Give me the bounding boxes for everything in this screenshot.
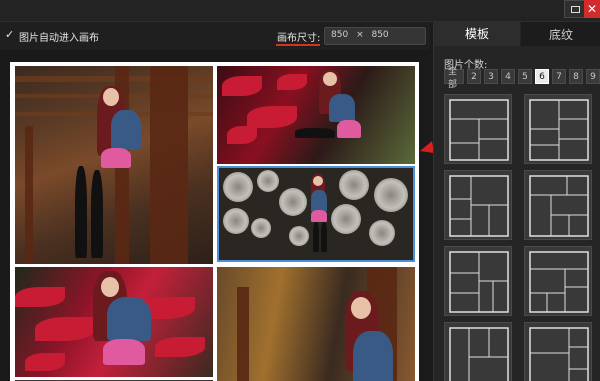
count-option-all[interactable]: 全部 [444, 67, 464, 90]
auto-fit-label[interactable]: 图片自动进入画布 [19, 29, 99, 44]
image-count-filter: 全部 2 3 4 5 6 7 8 9 [444, 67, 600, 90]
template-layout-4-diagram [529, 175, 589, 237]
count-option-9[interactable]: 9 [586, 69, 600, 84]
count-option-7[interactable]: 7 [552, 69, 566, 84]
collage-photo-2[interactable] [217, 66, 415, 164]
template-layout-4[interactable] [524, 170, 592, 240]
canvas-size-underline [276, 44, 320, 46]
collage-photo-1[interactable] [15, 66, 213, 264]
template-layout-2[interactable] [524, 94, 592, 164]
count-option-6[interactable]: 6 [535, 69, 549, 84]
template-layout-5-diagram [449, 251, 509, 313]
tab-backgrounds[interactable]: 底纹 [521, 22, 600, 46]
title-bar: ✕ [0, 0, 600, 22]
template-layout-2-diagram [529, 99, 589, 161]
count-option-4[interactable]: 4 [501, 69, 515, 84]
count-option-5[interactable]: 5 [518, 69, 532, 84]
canvas-width-value[interactable]: 850 [331, 30, 348, 40]
close-icon: ✕ [586, 2, 598, 16]
maximize-icon [570, 5, 580, 13]
template-layout-7[interactable] [444, 322, 512, 381]
template-layout-5[interactable] [444, 246, 512, 316]
template-layout-6[interactable] [524, 246, 592, 316]
template-layout-1[interactable] [444, 94, 512, 164]
auto-fit-checkbox[interactable]: ✓ [5, 29, 16, 40]
close-button[interactable]: ✕ [584, 0, 600, 18]
canvas-size-input[interactable]: 850 × 850 [324, 27, 426, 45]
template-grid [444, 94, 594, 381]
template-panel: 模板 底纹 图片个数: 全部 2 3 4 5 6 7 8 9 [433, 22, 600, 381]
template-layout-3[interactable] [444, 170, 512, 240]
canvas-height-value[interactable]: 850 [371, 30, 388, 40]
template-layout-6-diagram [529, 251, 589, 313]
collage-photo-5[interactable] [217, 267, 415, 381]
canvas-area [0, 50, 430, 381]
count-option-2[interactable]: 2 [467, 69, 481, 84]
collage-photo-3[interactable] [217, 166, 415, 262]
collage-photo-4[interactable] [15, 267, 213, 377]
tab-templates[interactable]: 模板 [434, 22, 520, 46]
count-option-3[interactable]: 3 [484, 69, 498, 84]
canvas-toolbar: ✓ 图片自动进入画布 画布尺寸: 850 × 850 [0, 22, 430, 50]
template-layout-8[interactable] [524, 322, 592, 381]
template-layout-8-diagram [529, 327, 589, 381]
panel-tabs: 模板 底纹 [434, 22, 600, 46]
collage-canvas [10, 62, 419, 381]
template-layout-3-diagram [449, 175, 509, 237]
maximize-button[interactable] [564, 0, 586, 18]
count-option-8[interactable]: 8 [569, 69, 583, 84]
canvas-size-label: 画布尺寸: [277, 33, 321, 44]
template-layout-7-diagram [449, 327, 509, 381]
template-layout-1-diagram [449, 99, 509, 161]
size-separator: × [356, 30, 364, 40]
